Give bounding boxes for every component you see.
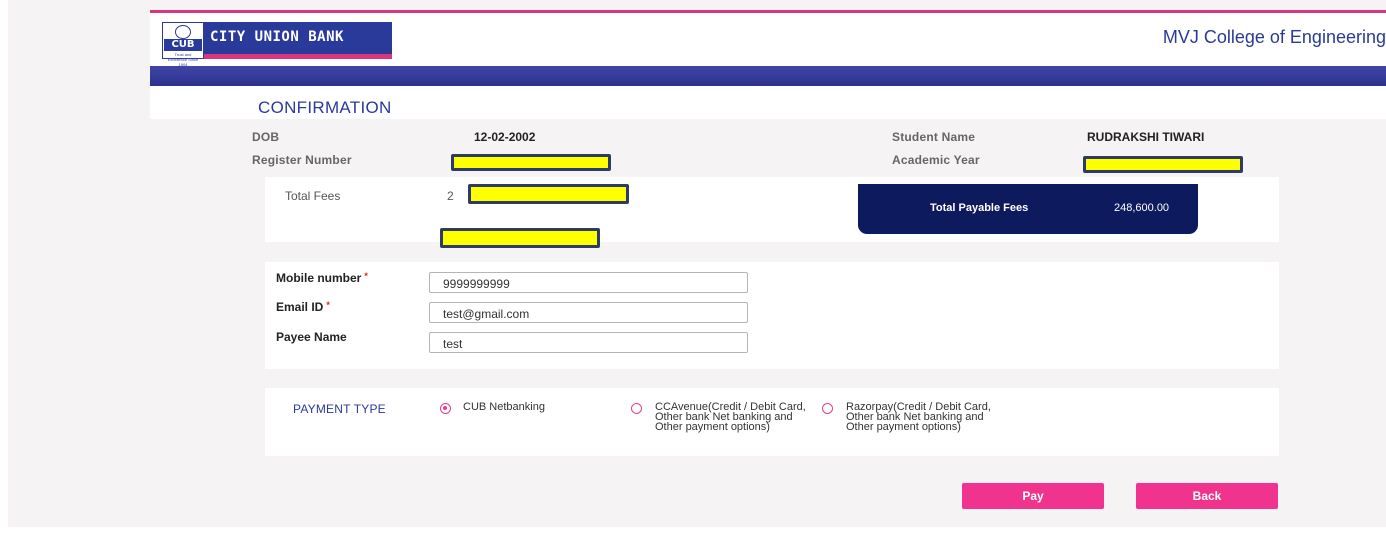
student-name-label: Student Name — [892, 130, 976, 144]
payee-name-input[interactable] — [429, 332, 748, 353]
header: CUB Trust and Excellence Since 1904 CITY… — [150, 10, 1386, 119]
college-name: MVJ College of Engineering — [1162, 27, 1386, 47]
bank-logo: CUB Trust and Excellence Since 1904 CITY… — [162, 22, 392, 67]
page-title: CONFIRMATION — [258, 98, 392, 117]
mobile-number-input[interactable] — [429, 272, 748, 293]
fees-detail-redaction — [440, 228, 600, 248]
logo-abbrev: CUB — [164, 39, 202, 51]
mobile-number-label: Mobile number * — [276, 271, 368, 285]
emblem-circle — [175, 25, 191, 39]
email-id-input[interactable] — [429, 302, 748, 323]
total-payable-box: Total Payable Fees 248,600.00 — [858, 184, 1198, 234]
required-mark: * — [326, 300, 330, 310]
payment-type-label: PAYMENT TYPE — [293, 402, 386, 416]
razorpay-option[interactable]: Razorpay(Credit / Debit Card, Other bank… — [846, 402, 1011, 433]
academic-year-redaction — [1083, 156, 1243, 173]
student-name-value: RUDRAKSHI TIWARI — [1087, 130, 1205, 144]
payee-name-label: Payee Name — [276, 330, 347, 344]
logo-tagline: Trust and Excellence Since 1904 — [167, 52, 199, 67]
bank-name: CITY UNION BANK — [204, 22, 392, 59]
dob-value: 12-02-2002 — [474, 130, 536, 144]
header-accent-line — [150, 10, 1386, 13]
pay-button[interactable]: Pay — [962, 483, 1104, 509]
fees-panel: Total Fees 2 Total Payable Fees 248,600.… — [265, 177, 1279, 242]
academic-year-label: Academic Year — [892, 153, 980, 167]
page: CUB Trust and Excellence Since 1904 CITY… — [0, 0, 1386, 541]
cub-netbanking-option[interactable]: CUB Netbanking — [463, 402, 583, 413]
dob-label: DOB — [252, 130, 280, 144]
payment-type-panel: PAYMENT TYPE CUB Netbanking CCAvenue(Cre… — [265, 388, 1279, 456]
total-fees-label: Total Fees — [285, 189, 341, 203]
register-number-label: Register Number — [252, 153, 352, 167]
email-id-label-text: Email ID — [276, 300, 324, 314]
email-id-label: Email ID * — [276, 300, 330, 314]
ccavenue-option[interactable]: CCAvenue(Credit / Debit Card, Other bank… — [655, 402, 815, 433]
mobile-number-label-text: Mobile number — [276, 271, 362, 285]
total-fees-value: 2 — [447, 189, 454, 203]
ccavenue-radio[interactable] — [631, 403, 642, 414]
total-fees-redaction — [468, 184, 629, 204]
contact-form-panel: Mobile number* Email ID* Payee Name — [265, 262, 1279, 369]
total-payable-value: 248,600.00 — [1114, 202, 1170, 214]
required-mark: * — [364, 271, 368, 281]
cub-netbanking-radio[interactable] — [440, 403, 451, 414]
razorpay-radio[interactable] — [822, 403, 833, 414]
back-button[interactable]: Back — [1136, 483, 1278, 509]
cub-emblem-icon: CUB Trust and Excellence Since 1904 — [162, 22, 204, 67]
header-band — [150, 66, 1386, 86]
total-payable-label: Total Payable Fees — [930, 202, 1029, 214]
register-number-redaction — [451, 154, 611, 171]
